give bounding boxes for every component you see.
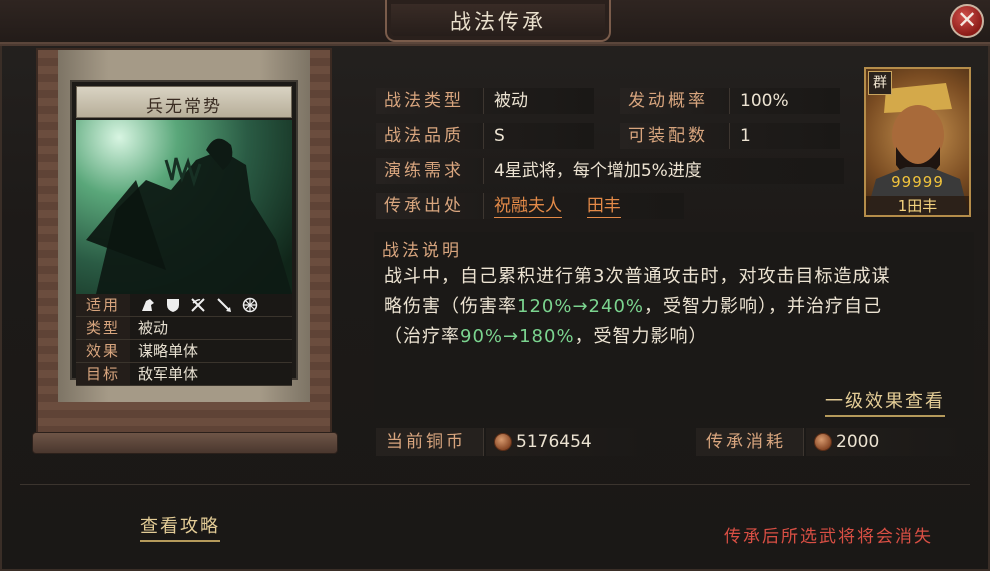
card-row-value: 谋略单体 [138,342,199,360]
title-plate: 战法传承 [385,0,611,42]
close-button[interactable]: ✕ [950,4,984,38]
damage-rate-value: 120%→240% [517,296,645,317]
practice-requirement-value: 4星武将，每个增加5%进度 [484,158,844,184]
card-row-type: 类型 被动 [76,317,292,340]
bow-icon [191,298,205,312]
chariot-wheel-icon [242,297,258,313]
current-copper-label: 当前铜币 [376,428,484,456]
tactic-quality-label: 战法品质 [376,123,484,149]
inherit-source-values: 祝融夫人 田丰 [484,193,684,219]
effect-view-link[interactable]: 一级效果查看 [825,387,945,417]
card-row-applicable: 适用 [76,294,292,317]
description-segment: ，受智力影响） [574,326,708,347]
trigger-chance-value: 100% [730,88,840,114]
card-row-label: 目标 [76,363,130,385]
inherit-cost-value: 2000 [806,428,964,456]
dialog-title: 战法传承 [450,10,546,34]
card-artwork [76,120,292,294]
spear-icon [217,298,231,312]
strategist-silhouette [86,138,292,294]
card-title: 兵无常势 [146,97,222,117]
card-row-target: 目标 敌军单体 [76,363,292,386]
card-row-value: 被动 [138,319,169,337]
title-divider [0,42,990,44]
footer-divider [20,484,970,485]
card-attributes: 适用 类型 被动 效果 谋略单体 目标 敌军单体 [76,294,292,386]
tactic-quality-value: S [484,123,594,149]
tactic-type-label: 战法类型 [376,88,484,114]
general-name: 1田丰 [866,196,969,215]
card-row-label: 效果 [76,340,130,362]
description-segment: ，受智力影响），并治疗自己 [644,296,883,317]
equip-count-label: 可装配数 [620,123,730,149]
source-general-link[interactable]: 祝融夫人 [494,196,562,218]
card-title-bar: 兵无常势 [76,86,292,118]
tactic-card: 兵无常势 适用 类型 被动 效果 谋略单体 目标 敌军单体 [70,80,298,386]
card-row-value: 敌军单体 [138,365,199,383]
faction-badge: 群 [868,71,892,95]
trigger-chance-label: 发动概率 [620,88,730,114]
description-segment: （治疗率 [384,326,460,347]
cost-amount: 2000 [836,432,880,452]
equip-count-value: 1 [730,123,840,149]
view-guide-link[interactable]: 查看攻略 [140,512,220,542]
shield-icon [167,299,179,312]
general-portrait[interactable]: 群 99999 1田丰 [864,67,971,217]
copper-amount: 5176454 [516,432,592,452]
heal-rate-value: 90%→180% [460,326,575,347]
card-row-effect: 效果 谋略单体 [76,340,292,363]
cavalry-icon [142,299,154,311]
card-row-label: 适用 [76,294,130,316]
star-rating: 99999 [891,173,944,191]
card-row-label: 类型 [76,317,130,339]
copper-coin-icon [494,433,512,451]
description-line: （治疗率90%→180%，受智力影响） [384,322,964,352]
source-general-link[interactable]: 田丰 [586,196,621,218]
warning-text: 传承后所选武将将会消失 [724,527,933,547]
description-text: 战斗中，自己累积进行第3次普通攻击时，对攻击目标造成谋 略伤害（伤害率120%→… [384,262,964,352]
scroll-roller [32,432,338,454]
practice-requirement-label: 演练需求 [376,158,484,184]
inherit-cost-label: 传承消耗 [696,428,804,456]
description-line: 战斗中，自己累积进行第3次普通攻击时，对攻击目标造成谋 [384,266,891,287]
troop-type-icons [130,294,258,316]
current-copper-value: 5176454 [486,428,644,456]
description-title: 战法说明 [382,241,462,261]
tactic-type-value: 被动 [484,88,594,114]
inherit-source-label: 传承出处 [376,193,484,219]
description-segment: 略伤害（伤害率 [384,296,517,317]
description-line: 略伤害（伤害率120%→240%，受智力影响），并治疗自己 [384,292,964,322]
copper-coin-icon [814,433,832,451]
